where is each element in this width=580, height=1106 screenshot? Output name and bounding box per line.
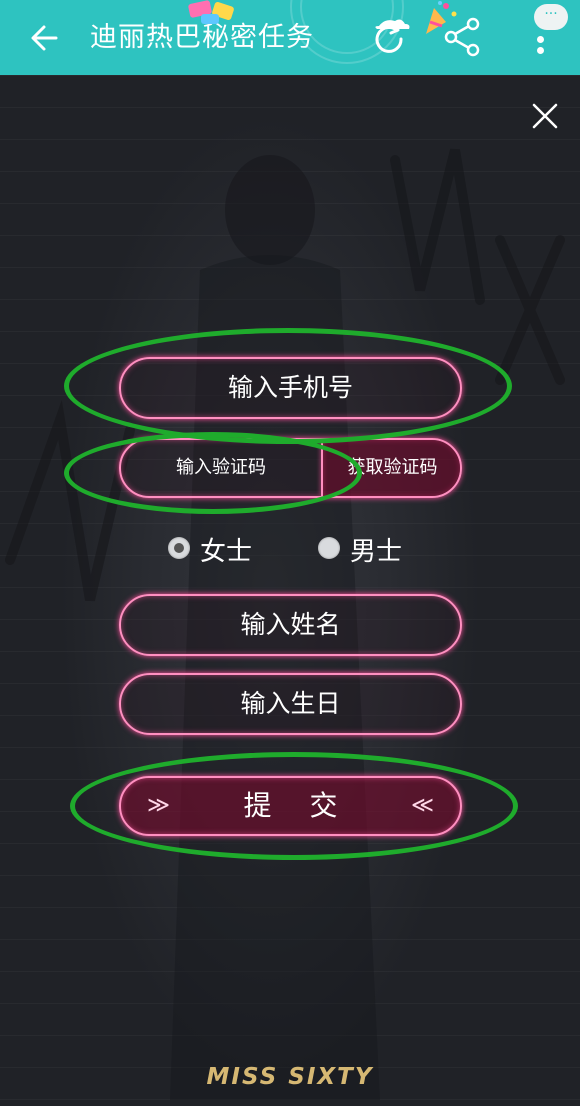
gender-male-label: 男士 xyxy=(350,537,403,567)
get-code-button[interactable]: 获取验证码 xyxy=(323,440,460,496)
refresh-icon[interactable] xyxy=(365,12,415,62)
back-arrow-icon[interactable] xyxy=(26,18,66,58)
phone-placeholder: 输入手机号 xyxy=(227,373,353,402)
name-input[interactable]: 输入姓名 xyxy=(119,594,462,656)
message-bubble-icon[interactable]: ··· xyxy=(534,4,568,30)
submit-label: 提交 xyxy=(243,789,376,822)
graffiti-decoration xyxy=(5,148,565,1100)
share-icon[interactable] xyxy=(440,14,486,60)
submit-button[interactable]: ≫ 提交 ≪ xyxy=(119,776,462,836)
gender-female-label: 女士 xyxy=(200,537,253,567)
double-chevron-left-icon: ≪ xyxy=(410,793,434,818)
gender-radio-male[interactable]: 男士 xyxy=(318,533,418,567)
kebab-dot xyxy=(537,47,544,54)
birthday-input[interactable]: 输入生日 xyxy=(119,673,462,735)
close-icon[interactable] xyxy=(527,98,563,134)
name-placeholder: 输入姓名 xyxy=(240,610,341,639)
app-bar: 迪丽热巴秘密任务 ··· xyxy=(0,0,580,75)
verification-code-input[interactable]: 输入验证码 xyxy=(121,440,321,496)
radio-unchecked-icon xyxy=(318,537,340,559)
brand-logo: MISS SIXTY xyxy=(206,1064,374,1090)
birthday-placeholder: 输入生日 xyxy=(240,689,341,718)
gender-radio-female[interactable]: 女士 xyxy=(168,533,268,567)
double-chevron-right-icon: ≫ xyxy=(147,793,171,818)
radio-checked-icon xyxy=(168,537,190,559)
phone-input[interactable]: 输入手机号 xyxy=(119,357,462,419)
verification-code-group: 输入验证码 获取验证码 xyxy=(119,438,462,498)
kebab-dot xyxy=(537,36,544,43)
decorative-ribbon-icon xyxy=(188,0,234,24)
